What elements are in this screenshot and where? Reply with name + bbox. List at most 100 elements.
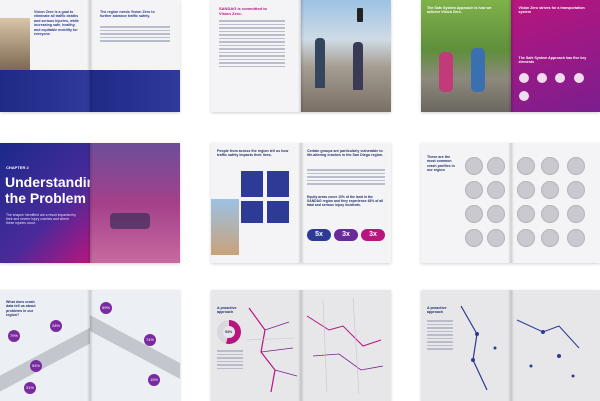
spread-left-page: Vision Zero is a goal to eliminate all t… <box>0 0 90 112</box>
intersection-diagram <box>487 229 505 247</box>
element-icons <box>518 70 595 101</box>
intro-text-right: The region needs Vision Zero to further … <box>100 10 155 19</box>
spread-proactive-map-1[interactable]: A proactive approach 54% <box>211 290 391 401</box>
intersection-diagram <box>566 205 585 223</box>
quote-box <box>241 201 263 223</box>
network-map-right <box>306 297 384 395</box>
intersection-diagram <box>566 229 585 247</box>
intersection-diagram <box>487 205 505 223</box>
map-page-left: A proactive approach 54% <box>211 290 301 401</box>
section-heading: These are the most common crash profiles… <box>427 155 455 173</box>
spread-vision-zero-goal[interactable]: Vision Zero is a goal to eliminate all t… <box>0 0 180 112</box>
donut-value: 54% <box>225 330 233 334</box>
body-text-lines <box>219 20 285 69</box>
pct-marker: 79% <box>8 330 20 342</box>
crash-profiles-left: These are the most common crash profiles… <box>421 143 511 263</box>
intersection-diagram <box>487 181 505 199</box>
isometric-city-left: What does crash data tell us about probl… <box>0 290 90 401</box>
legend-lines <box>427 320 453 352</box>
map-page-left: A proactive approach <box>421 290 511 401</box>
intersection-diagram <box>487 157 505 175</box>
element-icon <box>573 73 584 83</box>
spread-safe-system[interactable]: The Safe System Approach is how we achie… <box>421 0 600 112</box>
element-icon <box>518 91 529 101</box>
intersection-diagram <box>516 157 535 175</box>
intro-text-left: Vision Zero is a goal to eliminate all t… <box>34 10 79 37</box>
left-heading: People from across the region tell us ho… <box>217 149 289 158</box>
pedestrian-figure <box>353 42 363 90</box>
body-text-lines <box>100 26 170 44</box>
spread-left-page: SANDAG is committed to Vision Zero. <box>211 0 301 112</box>
section-heading: What does crash data tell us about probl… <box>6 300 36 318</box>
element-icon <box>518 73 529 83</box>
intersection-diagram <box>516 181 535 199</box>
quote-box <box>267 201 289 223</box>
equity-stat: Equity areas cover 10% of the land in th… <box>307 195 384 208</box>
pedestrian-figure <box>315 38 325 88</box>
intersection-diagram <box>540 205 559 223</box>
element-icon <box>536 73 547 83</box>
quote-box <box>241 171 263 197</box>
intersection-diagram <box>465 229 483 247</box>
spread-vulnerable-groups[interactable]: People from across the region tell us ho… <box>211 143 391 263</box>
map-page-right <box>301 290 391 401</box>
blue-band <box>0 70 90 112</box>
map-page-right <box>510 290 600 401</box>
panel-heading: Vision Zero strives for a transportation… <box>518 6 585 15</box>
pct-marker: 59% <box>100 302 112 314</box>
right-heading: Certain groups are particularly vulnerab… <box>307 149 384 158</box>
pct-marker: 54% <box>30 360 42 372</box>
intersection-diagram <box>566 181 585 199</box>
hotspot-map-left <box>460 305 497 391</box>
panel-subheading: The Safe System Approach has five key el… <box>518 56 587 65</box>
multiplier-badge: 3x <box>361 229 385 241</box>
isometric-road <box>90 310 180 384</box>
section-heading: The Safe System Approach is how we achie… <box>427 6 492 15</box>
equity-data-page: Certain groups are particularly vulnerab… <box>301 143 391 263</box>
spread-sandag-commitment[interactable]: SANDAG is committed to Vision Zero. <box>211 0 391 112</box>
street-crossing-photo <box>301 0 391 112</box>
chapter-body: The shapes' identified are a result impa… <box>6 213 77 226</box>
intersection-diagram <box>465 181 483 199</box>
network-map-left <box>246 307 298 393</box>
cyclist-figure <box>439 52 453 92</box>
pct-marker: 31% <box>24 382 36 394</box>
pct-marker: 28% <box>50 320 62 332</box>
isometric-city-right: 59% 74% 15% <box>90 290 180 401</box>
cyclist-figure <box>471 48 485 92</box>
blue-band <box>90 70 180 112</box>
resident-photo <box>211 199 239 255</box>
spread-understanding-problem[interactable]: CHAPTER 2 Understanding the Problem The … <box>0 143 180 263</box>
spread-crash-profiles[interactable]: These are the most common crash profiles… <box>421 143 600 263</box>
stat-columns <box>307 169 385 187</box>
element-icon <box>555 73 566 83</box>
multiplier-badge: 5x <box>307 229 331 241</box>
street-photo-page <box>90 143 180 263</box>
intersection-diagram <box>516 229 535 247</box>
chapter-label: CHAPTER 2 <box>6 165 29 170</box>
intersection-diagram <box>516 205 535 223</box>
spread-proactive-map-2[interactable]: A proactive approach <box>421 290 600 401</box>
quote-box <box>267 171 289 197</box>
safe-system-panel: Vision Zero strives for a transportation… <box>510 0 600 112</box>
multiplier-badge: 3x <box>334 229 358 241</box>
car-shape <box>110 213 150 229</box>
chapter-title-page: CHAPTER 2 Understanding the Problem The … <box>0 143 90 263</box>
person-photo <box>0 18 30 78</box>
hotspot-map-right <box>516 319 579 378</box>
legend-lines <box>217 350 243 371</box>
intersection-diagram <box>566 157 585 175</box>
spread-crash-data-illustration[interactable]: What does crash data tell us about probl… <box>0 290 180 401</box>
intersection-diagram <box>540 229 559 247</box>
cyclists-photo: The Safe System Approach is how we achie… <box>421 0 511 112</box>
intersection-diagram <box>465 205 483 223</box>
crash-profiles-right <box>511 143 600 263</box>
community-stories-page: People from across the region tell us ho… <box>211 143 301 263</box>
traffic-signal <box>357 8 363 22</box>
pct-marker: 15% <box>148 374 160 386</box>
section-heading: A proactive approach <box>427 306 447 315</box>
section-heading: SANDAG is committed to Vision Zero. <box>219 6 268 16</box>
pct-marker: 74% <box>144 334 156 346</box>
chapter-title-line2: the Problem <box>5 190 86 206</box>
section-heading: A proactive approach <box>217 306 237 315</box>
